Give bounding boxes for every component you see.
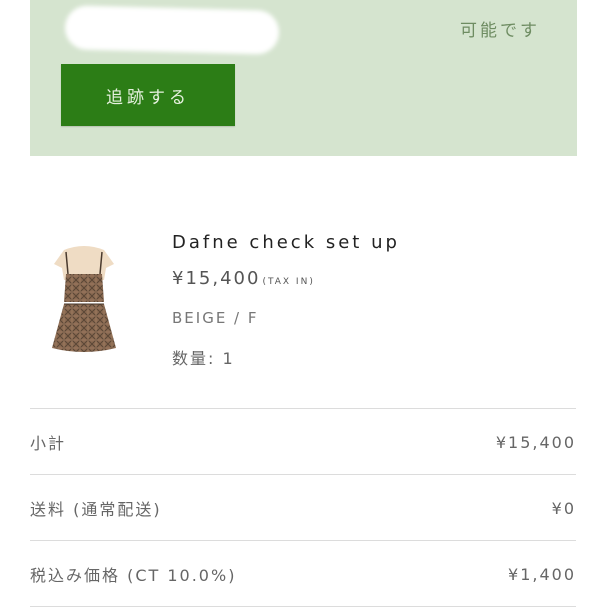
product-name[interactable]: Dafne check set up <box>172 232 400 253</box>
product-variant: BEIGE / F <box>172 309 259 327</box>
tracking-status-text: 可能です <box>460 21 540 41</box>
product-quantity: 数量: 1 <box>172 349 235 368</box>
tracking-panel: 可能です 追跡する <box>30 0 577 156</box>
price-row: ¥15,400 (TAX IN) <box>172 268 315 289</box>
dress-image <box>52 246 116 352</box>
tax-row: 税込み価格 (CT 10.0%) ¥1,400 <box>30 540 576 607</box>
tax-label: 税込み価格 (CT 10.0%) <box>30 566 237 585</box>
product-price: ¥15,400 <box>172 268 261 289</box>
shipping-row: 送料 (通常配送) ¥0 <box>30 474 576 541</box>
track-button[interactable]: 追跡する <box>61 64 235 126</box>
tax-value: ¥1,400 <box>508 564 576 584</box>
shipping-label: 送料 (通常配送) <box>30 500 162 519</box>
tax-note: (TAX IN) <box>262 277 315 287</box>
product-image[interactable] <box>44 240 124 364</box>
divider <box>30 606 576 607</box>
shipping-value: ¥0 <box>551 498 576 518</box>
subtotal-row: 小計 ¥15,400 <box>30 408 576 475</box>
subtotal-value: ¥15,400 <box>495 432 576 452</box>
subtotal-label: 小計 <box>30 434 67 453</box>
redacted-text <box>64 5 280 55</box>
